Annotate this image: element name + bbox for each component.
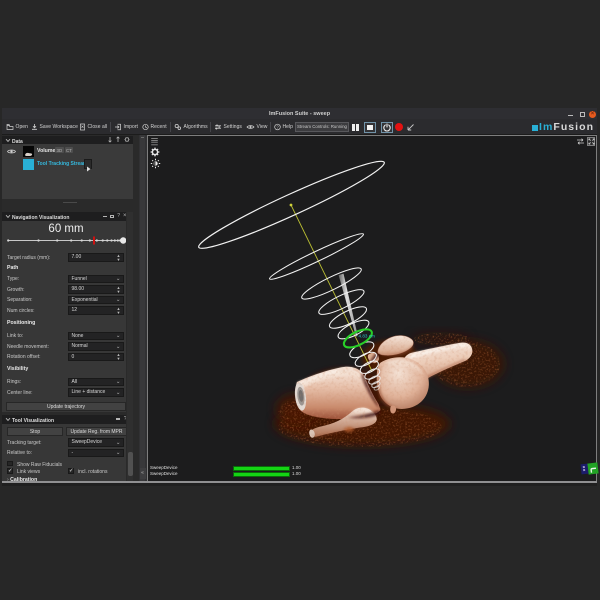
svg-text:?: ? [276,124,279,129]
